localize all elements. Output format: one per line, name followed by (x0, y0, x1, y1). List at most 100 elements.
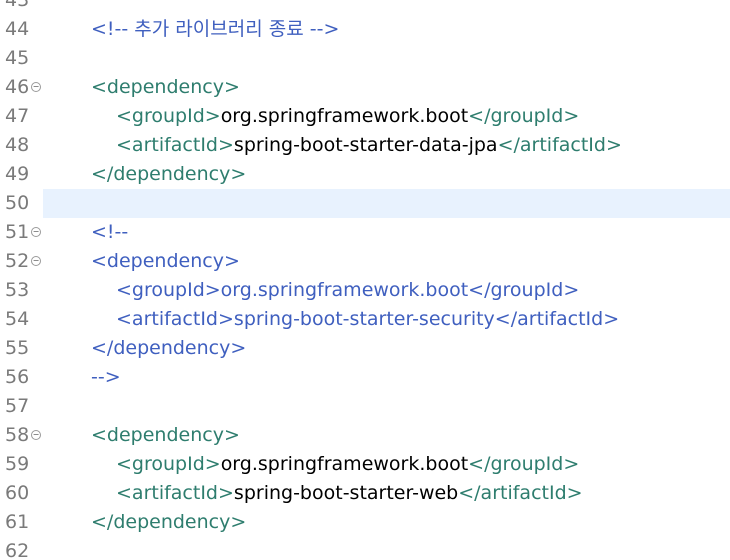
code-text-area (43, 0, 730, 15)
code-line[interactable]: 52− <dependency> (0, 247, 730, 276)
line-gutter: 62 (0, 537, 42, 560)
collapse-minus-icon[interactable]: − (31, 82, 41, 92)
code-text-area: --> (43, 363, 730, 392)
line-gutter: 47 (0, 102, 42, 131)
line-gutter: 45 (0, 44, 42, 73)
code-text-area: <dependency> (43, 73, 730, 102)
code-text-area: <artifactId>spring-boot-starter-web</art… (43, 479, 730, 508)
code-text-area (43, 44, 730, 73)
code-line[interactable]: 47 <groupId>org.springframework.boot</gro… (0, 102, 730, 131)
xml-tag: <dependency> (91, 424, 240, 446)
xml-tag: <artifactId> (116, 482, 234, 504)
xml-comment: <!-- 추가 라이브러리 종료 --> (91, 18, 340, 40)
code-text-area (43, 392, 730, 421)
xml-tag: </groupId> (468, 105, 580, 127)
xml-tag: <artifactId> (116, 134, 234, 156)
line-number: 59 (5, 453, 30, 475)
xml-comment: <!-- (91, 221, 129, 243)
xml-tag: </dependency> (91, 511, 247, 533)
code-text-area: <dependency> (43, 421, 730, 450)
code-line[interactable]: 44 <!-- 추가 라이브러리 종료 --> (0, 15, 730, 44)
code-text: --> (91, 365, 121, 389)
line-number: 49 (5, 163, 30, 185)
code-text: <artifactId>spring-boot-starter-web</art… (116, 481, 583, 505)
line-gutter: 44 (0, 15, 42, 44)
code-line[interactable]: 45 (0, 44, 730, 73)
code-line[interactable]: 57 (0, 392, 730, 421)
code-line[interactable]: 56 --> (0, 363, 730, 392)
code-line[interactable]: 46− <dependency> (0, 73, 730, 102)
code-text-area: <artifactId>spring-boot-starter-data-jpa… (43, 131, 730, 160)
line-number: 48 (5, 134, 30, 156)
code-text-area: </dependency> (43, 160, 730, 189)
line-number: 45 (5, 47, 30, 69)
line-gutter: 54 (0, 305, 42, 334)
code-text: <dependency> (91, 423, 240, 447)
code-text-area: <dependency> (43, 247, 730, 276)
code-line[interactable]: 49 </dependency> (0, 160, 730, 189)
code-text: <artifactId>spring-boot-starter-data-jpa… (116, 133, 622, 157)
xml-tag: </artifactId> (458, 482, 583, 504)
line-number: 56 (5, 366, 30, 388)
code-line[interactable]: 54 <artifactId>spring-boot-starter-securi… (0, 305, 730, 334)
code-line[interactable]: 51− <!-- (0, 218, 730, 247)
xml-comment: </dependency> (91, 337, 247, 359)
collapse-minus-icon[interactable]: − (31, 256, 41, 266)
xml-text: spring-boot-starter-data-jpa (233, 134, 498, 156)
xml-tag: </groupId> (468, 453, 580, 475)
line-number: 58 (5, 424, 30, 446)
code-text: <dependency> (91, 75, 240, 99)
line-gutter: 51− (0, 218, 42, 247)
code-text: <artifactId>spring-boot-starter-security… (116, 307, 619, 331)
code-text-area: <groupId>org.springframework.boot</group… (43, 450, 730, 479)
line-number: 52 (5, 250, 30, 272)
line-gutter: 53 (0, 276, 42, 305)
line-gutter: 46− (0, 73, 42, 102)
code-text-area: </dependency> (43, 508, 730, 537)
code-line[interactable]: 61 </dependency> (0, 508, 730, 537)
line-gutter: 48 (0, 131, 42, 160)
code-text: <groupId>org.springframework.boot</group… (116, 452, 579, 476)
line-gutter: 52− (0, 247, 42, 276)
line-number: 47 (5, 105, 30, 127)
line-gutter: 57 (0, 392, 42, 421)
code-line[interactable]: 59 <groupId>org.springframework.boot</gro… (0, 450, 730, 479)
line-number: 60 (5, 482, 30, 504)
collapse-minus-icon[interactable]: − (31, 227, 41, 237)
line-gutter: 43 (0, 0, 42, 15)
code-text-area: <artifactId>spring-boot-starter-security… (43, 305, 730, 334)
xml-tag: </dependency> (91, 163, 247, 185)
code-line[interactable]: 62 (0, 537, 730, 560)
code-line[interactable]: 50 (0, 189, 730, 218)
line-number: 57 (5, 395, 30, 417)
line-number: 53 (5, 279, 30, 301)
code-text-area: <!-- 추가 라이브러리 종료 --> (43, 15, 730, 44)
xml-tag: <groupId> (116, 105, 221, 127)
code-editor[interactable]: 43 44 <!-- 추가 라이브러리 종료 --> 45 46− <dependency… (0, 0, 730, 560)
code-line[interactable]: 43 (0, 0, 730, 15)
code-text-area: <!-- (43, 218, 730, 247)
line-number: 44 (5, 18, 30, 40)
code-text-area (43, 537, 730, 560)
xml-text: org.springframework.boot (220, 105, 469, 127)
line-gutter: 49 (0, 160, 42, 189)
xml-text: spring-boot-starter-web (233, 482, 459, 504)
code-line[interactable]: 48 <artifactId>spring-boot-starter-data-j… (0, 131, 730, 160)
code-text-area (43, 189, 730, 218)
code-text-area: <groupId>org.springframework.boot</group… (43, 102, 730, 131)
line-gutter: 56 (0, 363, 42, 392)
code-text: <groupId>org.springframework.boot</group… (116, 278, 579, 302)
code-line[interactable]: 58− <dependency> (0, 421, 730, 450)
line-number: 61 (5, 511, 30, 533)
code-text: <!-- (91, 220, 128, 244)
code-line[interactable]: 53 <groupId>org.springframework.boot</gro… (0, 276, 730, 305)
line-number: 50 (5, 192, 30, 214)
line-gutter: 50 (0, 189, 42, 218)
code-line[interactable]: 60 <artifactId>spring-boot-starter-web</a… (0, 479, 730, 508)
code-text-area: </dependency> (43, 334, 730, 363)
line-gutter: 61 (0, 508, 42, 537)
code-text-area: <groupId>org.springframework.boot</group… (43, 276, 730, 305)
code-text: <!-- 추가 라이브러리 종료 --> (91, 17, 339, 41)
collapse-minus-icon[interactable]: − (31, 430, 41, 440)
code-line[interactable]: 55 </dependency> (0, 334, 730, 363)
